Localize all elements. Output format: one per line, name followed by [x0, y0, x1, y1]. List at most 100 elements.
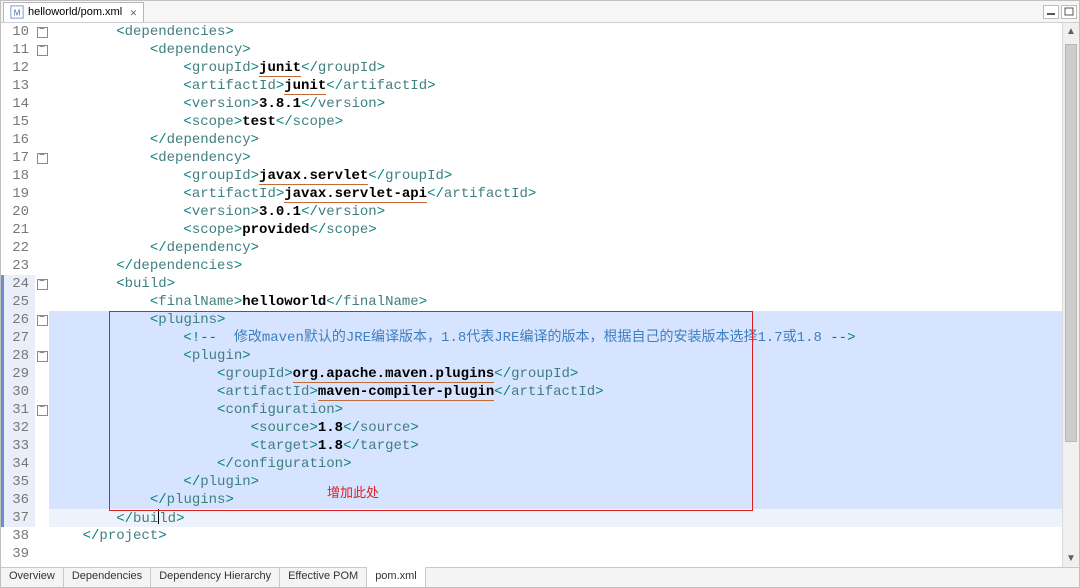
gutter-folding[interactable]	[35, 23, 49, 567]
fold-toggle	[35, 437, 49, 455]
close-tab-icon[interactable]: ✕	[130, 6, 137, 19]
line-number: 39	[1, 545, 35, 563]
line-number: 33	[1, 437, 35, 455]
editor-tab-bar: M helloworld/pom.xml ✕	[1, 1, 1079, 23]
line-number: 10	[1, 23, 35, 41]
code-line[interactable]: <dependency>	[49, 41, 1062, 59]
code-line[interactable]: <finalName>helloworld</finalName>	[49, 293, 1062, 311]
code-line[interactable]: <scope>provided</scope>	[49, 221, 1062, 239]
code-line[interactable]: <artifactId>javax.servlet-api</artifactI…	[49, 185, 1062, 203]
code-line[interactable]: <build>	[49, 275, 1062, 293]
line-number: 35	[1, 473, 35, 491]
code-line[interactable]: </dependencies>	[49, 257, 1062, 275]
line-number: 25	[1, 293, 35, 311]
code-line[interactable]: <plugin>	[49, 347, 1062, 365]
scroll-up-arrow[interactable]: ▲	[1063, 23, 1079, 40]
line-number: 36	[1, 491, 35, 509]
fold-toggle[interactable]	[35, 23, 49, 41]
fold-toggle[interactable]	[35, 311, 49, 329]
fold-toggle	[35, 131, 49, 149]
fold-toggle	[35, 545, 49, 563]
code-line[interactable]: <version>3.8.1</version>	[49, 95, 1062, 113]
line-number: 18	[1, 167, 35, 185]
bottom-tab-effective-pom[interactable]: Effective POM	[280, 568, 367, 587]
maximize-view-button[interactable]	[1061, 5, 1077, 19]
line-number: 21	[1, 221, 35, 239]
code-line[interactable]: </dependency>	[49, 239, 1062, 257]
fold-toggle[interactable]	[35, 347, 49, 365]
fold-toggle[interactable]	[35, 41, 49, 59]
bottom-tab-bar: OverviewDependenciesDependency Hierarchy…	[1, 567, 1079, 587]
code-line[interactable]: <groupId>junit</groupId>	[49, 59, 1062, 77]
fold-toggle[interactable]	[35, 149, 49, 167]
bottom-tab-dependencies[interactable]: Dependencies	[64, 568, 151, 587]
code-line[interactable]: <!-- 修改maven默认的JRE编译版本，1.8代表JRE编译的版本，根据自…	[49, 329, 1062, 347]
maven-file-icon: M	[10, 5, 24, 19]
fold-toggle	[35, 455, 49, 473]
line-number: 12	[1, 59, 35, 77]
code-line[interactable]	[49, 545, 1062, 563]
bottom-tab-dependency-hierarchy[interactable]: Dependency Hierarchy	[151, 568, 280, 587]
code-line[interactable]: <dependencies>	[49, 23, 1062, 41]
bottom-tab-pom.xml[interactable]: pom.xml	[367, 567, 426, 587]
code-line[interactable]: <source>1.8</source>	[49, 419, 1062, 437]
fold-toggle	[35, 293, 49, 311]
line-number: 19	[1, 185, 35, 203]
annotation-label: 增加此处	[327, 482, 379, 501]
code-viewport[interactable]: 1011121314151617181920212223242526272829…	[1, 23, 1062, 567]
svg-text:M: M	[14, 9, 21, 18]
code-line[interactable]: <dependency>	[49, 149, 1062, 167]
code-line[interactable]: <artifactId>junit</artifactId>	[49, 77, 1062, 95]
line-number: 38	[1, 527, 35, 545]
line-number: 29	[1, 365, 35, 383]
code-line[interactable]: <plugins>	[49, 311, 1062, 329]
line-number: 14	[1, 95, 35, 113]
code-line[interactable]: </configuration>	[49, 455, 1062, 473]
code-line[interactable]: <groupId>javax.servlet</groupId>	[49, 167, 1062, 185]
gutter-line-numbers[interactable]: 1011121314151617181920212223242526272829…	[1, 23, 35, 567]
fold-toggle[interactable]	[35, 401, 49, 419]
line-number: 22	[1, 239, 35, 257]
line-number: 11	[1, 41, 35, 59]
fold-toggle	[35, 95, 49, 113]
fold-toggle	[35, 239, 49, 257]
code-line[interactable]: <scope>test</scope>	[49, 113, 1062, 131]
editor-window: M helloworld/pom.xml ✕ 10111213141516171…	[0, 0, 1080, 588]
code-line[interactable]: <configuration>	[49, 401, 1062, 419]
line-number: 30	[1, 383, 35, 401]
bottom-tab-overview[interactable]: Overview	[1, 568, 64, 587]
minimize-view-button[interactable]	[1043, 5, 1059, 19]
vertical-scrollbar[interactable]: ▲ ▼	[1062, 23, 1079, 567]
code-line[interactable]: </plugins>	[49, 491, 1062, 509]
line-number: 34	[1, 455, 35, 473]
line-number: 15	[1, 113, 35, 131]
fold-toggle	[35, 419, 49, 437]
fold-toggle	[35, 59, 49, 77]
fold-toggle	[35, 185, 49, 203]
scroll-down-arrow[interactable]: ▼	[1063, 550, 1079, 567]
editor-tab-pom[interactable]: M helloworld/pom.xml ✕	[3, 2, 144, 22]
code-line[interactable]: </build>	[49, 509, 1062, 527]
fold-toggle	[35, 365, 49, 383]
code-line[interactable]: <target>1.8</target>	[49, 437, 1062, 455]
line-number: 16	[1, 131, 35, 149]
editor-area: 1011121314151617181920212223242526272829…	[1, 23, 1079, 567]
line-number: 24	[1, 275, 35, 293]
fold-toggle	[35, 113, 49, 131]
scroll-thumb[interactable]	[1065, 44, 1077, 442]
code-line[interactable]: <groupId>org.apache.maven.plugins</group…	[49, 365, 1062, 383]
line-number: 32	[1, 419, 35, 437]
code-line[interactable]: </dependency>	[49, 131, 1062, 149]
line-number: 23	[1, 257, 35, 275]
line-number: 26	[1, 311, 35, 329]
fold-toggle[interactable]	[35, 275, 49, 293]
fold-toggle	[35, 257, 49, 275]
fold-toggle	[35, 167, 49, 185]
code-line[interactable]: <artifactId>maven-compiler-plugin</artif…	[49, 383, 1062, 401]
scroll-track[interactable]	[1063, 40, 1079, 550]
code-line[interactable]: </project>	[49, 527, 1062, 545]
fold-toggle	[35, 473, 49, 491]
code-line[interactable]: <version>3.0.1</version>	[49, 203, 1062, 221]
code-line[interactable]: </plugin>	[49, 473, 1062, 491]
line-number: 27	[1, 329, 35, 347]
